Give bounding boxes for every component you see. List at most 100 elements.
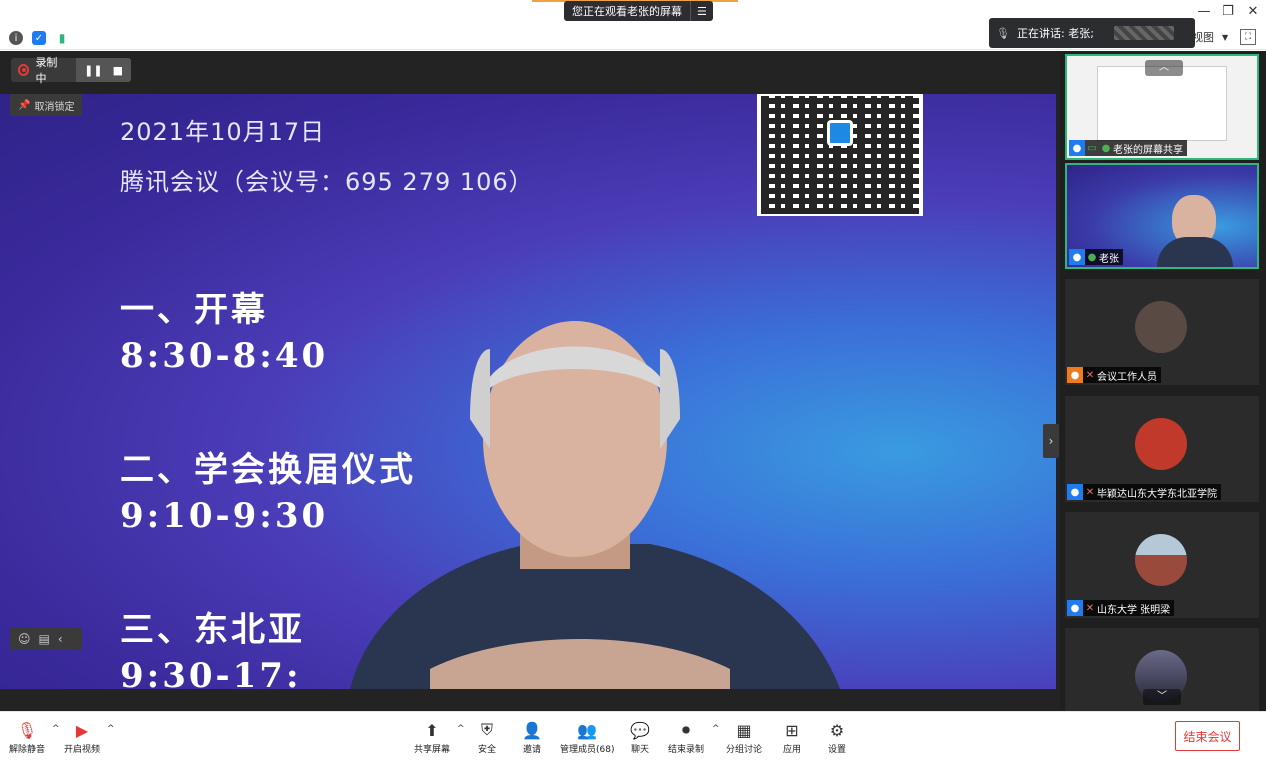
view-button[interactable]: 视图 ▼ [1192, 28, 1228, 46]
agenda-title-1: 一、开幕 [120, 290, 268, 330]
participant-label: ● ✕ 山东大学 张明梁 [1067, 600, 1175, 616]
unmute-label: 解除静音 [9, 745, 46, 755]
mic-muted-icon: 🎙 [996, 26, 1010, 40]
breakout-icon: ▦ [736, 720, 752, 740]
user-icon: ● [1067, 600, 1083, 616]
sidebar-toggle-handle[interactable]: › [1043, 424, 1059, 458]
screen-icon: ▭ [1087, 142, 1097, 154]
agenda-title-3: 三、东北亚 [120, 610, 305, 650]
recording-status: 录制中 [35, 56, 58, 85]
avatar [1135, 301, 1187, 353]
participant-name: 会议工作人员 [1097, 371, 1157, 383]
share-banner[interactable]: 您正在观看老张的屏幕 ☰ [564, 1, 713, 21]
avatar [1135, 418, 1187, 470]
unpin-button[interactable]: 📌 取消锁定 [10, 94, 83, 116]
breakout-label: 分组讨论 [726, 745, 763, 755]
view-label: 视图 [1192, 31, 1214, 44]
manage-members-button[interactable]: 👥 管理成员(68) [560, 720, 614, 756]
chevron-up-icon[interactable]: ^ [457, 724, 465, 734]
user-icon: ● [1069, 140, 1085, 156]
participant-name: 毕颖达山东大学东北亚学院 [1097, 488, 1217, 500]
end-record-button[interactable]: ⏺ 结束录制 [668, 720, 704, 755]
user-icon: ● [1067, 484, 1083, 500]
apps-icon: ⊞ [785, 720, 799, 740]
pin-icon: 📌 [18, 99, 31, 111]
emoji-icon[interactable]: ☺ [18, 632, 31, 646]
unpin-label: 取消锁定 [34, 101, 75, 113]
shield-icon[interactable]: ✓ [32, 31, 46, 45]
recording-bar: 录制中 ❚❚ ■ [11, 56, 131, 85]
start-video-label: 开启视频 [64, 745, 101, 755]
chevron-left-icon[interactable]: ‹ [58, 632, 63, 646]
blurred-name [1113, 26, 1174, 40]
chat-button[interactable]: 💬 聊天 [630, 720, 650, 756]
participant-label: ● ✕ 毕颖达山东大学东北亚学院 [1067, 484, 1221, 500]
chevron-up-icon[interactable]: ^ [107, 724, 115, 734]
user-icon: ● [1067, 367, 1083, 383]
chevron-down-icon: ▼ [1222, 32, 1229, 42]
share-banner-text: 您正在观看老张的屏幕 [572, 5, 682, 18]
fullscreen-icon[interactable]: ⛶ [1240, 29, 1256, 45]
security-label: 安全 [477, 745, 496, 755]
settings-button[interactable]: ⚙ 设置 [827, 720, 847, 756]
participant-tile[interactable]: ● ✕ 毕颖达山东大学东北亚学院 [1065, 396, 1259, 502]
gear-icon: ⚙ [829, 720, 845, 740]
participant-tile[interactable]: ● ✕ 山东大学 张明梁 [1065, 512, 1259, 618]
participant-tile[interactable]: ● ✕ 会议工作人员 [1065, 279, 1259, 385]
participant-tile[interactable]: ● ● 老张 [1065, 163, 1259, 269]
comment-icon[interactable]: ▤ [39, 632, 50, 646]
speaker-video [350, 321, 840, 689]
signal-icon[interactable]: ▮ [55, 31, 69, 45]
chevron-up-icon[interactable]: ^ [52, 724, 60, 734]
restore-icon[interactable]: ❐ [1220, 4, 1236, 19]
shared-slide: 2021年10月17日 腾讯会议（会议号：695 279 106） 一、开幕 8… [0, 94, 1056, 689]
end-record-label: 结束录制 [668, 745, 705, 755]
participant-label: ● ✕ 会议工作人员 [1067, 367, 1161, 383]
participant-name: 老张 [1099, 253, 1119, 265]
share-screen-label: 共享屏幕 [414, 745, 451, 755]
unmute-button[interactable]: 🎙 解除静音 [9, 720, 46, 756]
security-button[interactable]: ⛨ 安全 [477, 720, 497, 755]
pause-icon[interactable]: ❚❚ [84, 64, 102, 77]
participant-name: 老张的屏幕共享 [1113, 144, 1183, 156]
invite-button[interactable]: 👤 邀请 [522, 720, 542, 756]
speaker-label: 正在讲话: 老张; [1017, 27, 1094, 40]
invite-label: 邀请 [522, 745, 541, 755]
chevron-down-icon[interactable]: ﹀ [1143, 689, 1181, 705]
video-off-icon: ▶ [75, 720, 89, 740]
info-icon[interactable]: i [9, 31, 23, 45]
slide-meeting-id: 腾讯会议（会议号：695 279 106） [120, 168, 534, 196]
end-meeting-button[interactable]: 结束会议 [1175, 721, 1240, 751]
mic-muted-icon: ✕ [1085, 486, 1095, 498]
agenda-time-3: 9:30-17: [120, 656, 302, 689]
apps-button[interactable]: ⊞ 应用 [782, 720, 802, 756]
members-icon: 👥 [577, 720, 598, 740]
breakout-button[interactable]: ▦ 分组讨论 [726, 720, 763, 756]
participant-label: ● ● 老张 [1069, 249, 1123, 265]
participant-tile[interactable]: ﹀ [1065, 628, 1259, 711]
menu-icon[interactable]: ☰ [690, 1, 713, 21]
start-video-button[interactable]: ▶ 开启视频 [64, 720, 101, 756]
screen-share-preview [1097, 66, 1227, 141]
user-icon: ● [1069, 249, 1085, 265]
mic-muted-icon: ✕ [1085, 369, 1095, 381]
participant-tile[interactable]: ︿ ● ▭ ● 老张的屏幕共享 [1065, 54, 1259, 160]
add-user-icon: 👤 [522, 720, 542, 740]
agenda-time-1: 8:30-8:40 [120, 336, 329, 376]
mic-on-icon: ● [1087, 251, 1097, 263]
stop-icon[interactable]: ■ [113, 64, 123, 77]
close-icon[interactable]: ✕ [1245, 4, 1261, 19]
participant-label: ● ▭ ● 老张的屏幕共享 [1069, 140, 1187, 156]
bottom-toolbar: 🎙 解除静音 ^ ▶ 开启视频 ^ ⬆ 共享屏幕 ^ ⛨ 安全 👤 邀请 👥 管… [0, 711, 1266, 761]
participant-name: 山东大学 张明梁 [1097, 604, 1171, 616]
main-video-area: 录制中 ❚❚ ■ 2021年10月17日 腾讯会议（会议号：695 279 10… [0, 51, 1060, 711]
chevron-up-icon[interactable]: ^ [712, 724, 720, 734]
mic-on-icon: ● [1101, 142, 1111, 154]
mic-muted-icon: 🎙 [16, 720, 38, 740]
qr-code [757, 94, 923, 216]
chevron-up-icon[interactable]: ︿ [1145, 60, 1183, 76]
minimize-icon[interactable]: — [1196, 4, 1212, 19]
share-screen-button[interactable]: ⬆ 共享屏幕 [414, 720, 451, 756]
avatar [1135, 534, 1187, 586]
shield-icon: ⛨ [480, 720, 493, 739]
